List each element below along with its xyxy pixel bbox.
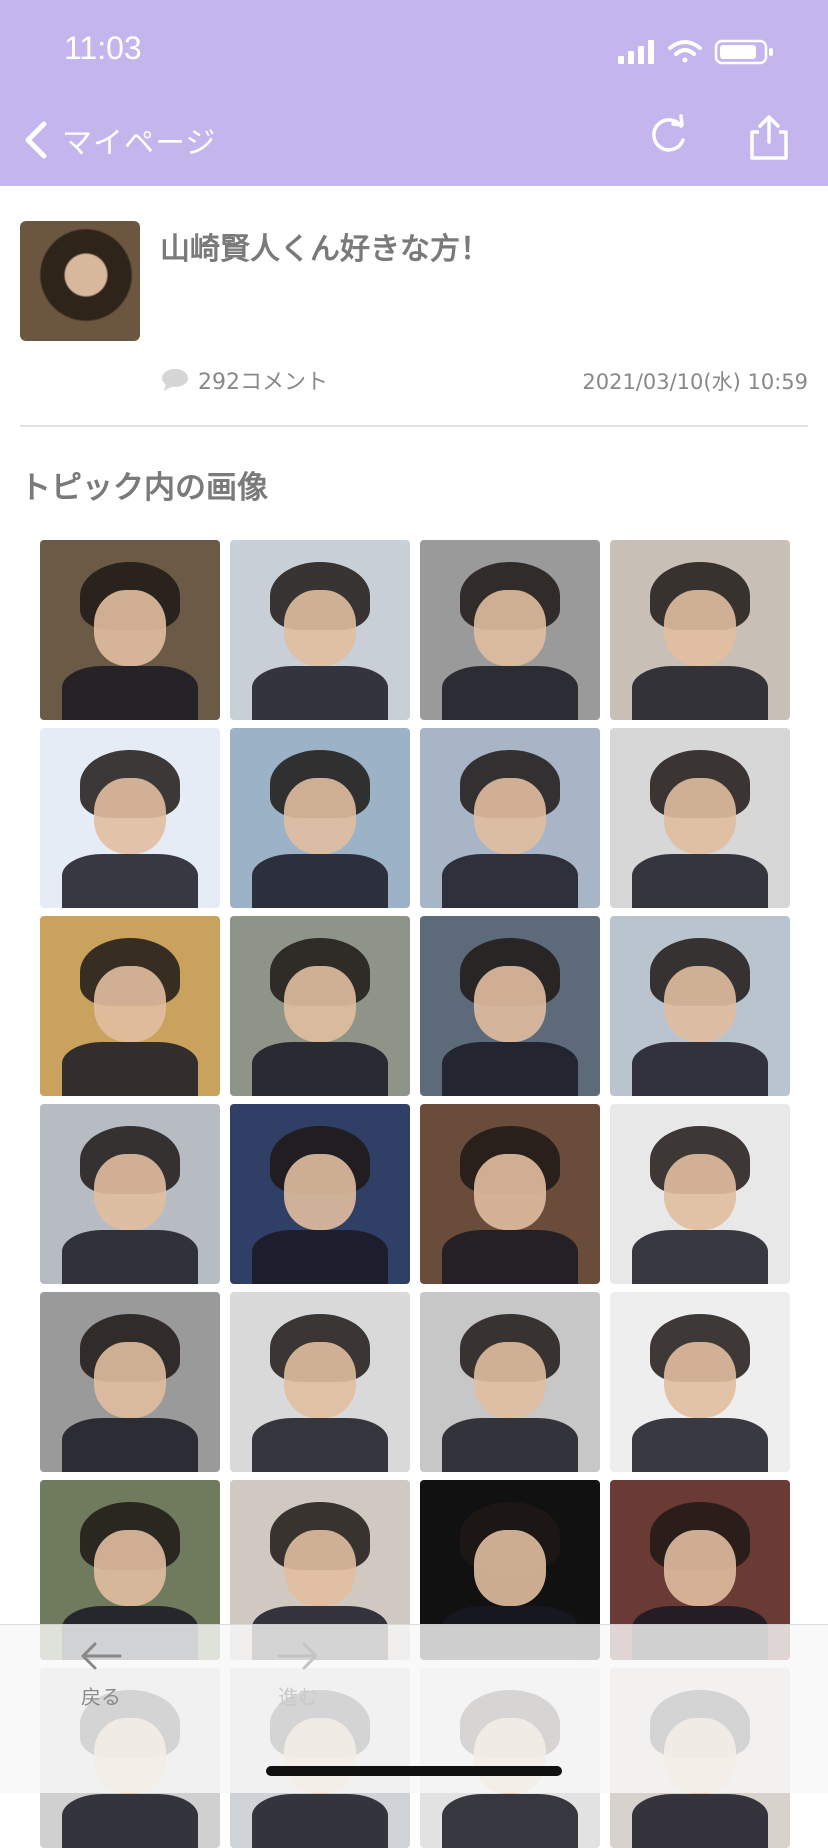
image-body xyxy=(441,854,579,908)
topic-image-18[interactable] xyxy=(230,1292,410,1472)
topic-image-2[interactable] xyxy=(230,540,410,720)
image-body xyxy=(251,854,389,908)
forward-button[interactable]: 進む xyxy=(243,1639,353,1710)
image-face xyxy=(94,590,166,666)
image-face xyxy=(284,1530,356,1606)
topic-image-6[interactable] xyxy=(230,728,410,908)
image-face xyxy=(664,590,736,666)
image-face xyxy=(284,1154,356,1230)
topic-image-15[interactable] xyxy=(420,1104,600,1284)
topic-thumbnail[interactable] xyxy=(20,221,140,341)
image-face xyxy=(94,1530,166,1606)
image-body xyxy=(631,1794,769,1848)
topic-image-1[interactable] xyxy=(40,540,220,720)
topic-date: 2021/03/10(水) 10:59 xyxy=(582,370,808,394)
image-body xyxy=(251,1418,389,1472)
status-bar-icons xyxy=(618,39,773,65)
image-body xyxy=(441,1230,579,1284)
image-face xyxy=(284,1342,356,1418)
topic-image-10[interactable] xyxy=(230,916,410,1096)
topic-image-19[interactable] xyxy=(420,1292,600,1472)
image-face xyxy=(474,590,546,666)
comment-count-label: 292コメント xyxy=(198,370,328,395)
topic-image-12[interactable] xyxy=(610,916,790,1096)
image-face xyxy=(474,1530,546,1606)
topic-image-3[interactable] xyxy=(420,540,600,720)
image-body xyxy=(441,1418,579,1472)
image-face xyxy=(94,966,166,1042)
home-indicator xyxy=(266,1766,562,1776)
image-face xyxy=(94,1342,166,1418)
nav-header: 11:03 マイページ xyxy=(0,0,828,186)
image-body xyxy=(251,1042,389,1096)
image-body xyxy=(631,1042,769,1096)
topic-image-16[interactable] xyxy=(610,1104,790,1284)
image-face xyxy=(474,778,546,854)
arrow-left-icon xyxy=(81,1642,122,1670)
topic-image-8[interactable] xyxy=(610,728,790,908)
image-face xyxy=(94,778,166,854)
image-body xyxy=(61,1230,199,1284)
image-body xyxy=(251,1794,389,1848)
reload-icon xyxy=(652,114,685,152)
arrow-right-icon xyxy=(277,1642,318,1670)
topic-title: 山崎賢人くん好きな方！ xyxy=(160,232,490,267)
image-body xyxy=(61,1418,199,1472)
signal-icon xyxy=(618,40,654,64)
image-body xyxy=(61,854,199,908)
section-title: トピック内の画像 xyxy=(20,470,268,506)
image-face xyxy=(474,1342,546,1418)
back-button[interactable]: 戻る xyxy=(46,1639,156,1710)
topic-image-14[interactable] xyxy=(230,1104,410,1284)
image-body xyxy=(631,1230,769,1284)
image-face xyxy=(664,1154,736,1230)
status-time: 11:03 xyxy=(64,30,142,66)
image-body xyxy=(441,1794,579,1848)
topic-image-11[interactable] xyxy=(420,916,600,1096)
topic-image-9[interactable] xyxy=(40,916,220,1096)
chevron-left-icon xyxy=(25,121,47,159)
reload-button[interactable] xyxy=(643,112,693,162)
status-icons xyxy=(618,36,798,66)
image-body xyxy=(631,854,769,908)
image-body xyxy=(441,1042,579,1096)
image-face xyxy=(94,1154,166,1230)
comment-bubble-icon xyxy=(162,369,188,391)
back-button-label: 戻る xyxy=(81,1685,121,1709)
topic-image-5[interactable] xyxy=(40,728,220,908)
wifi-icon xyxy=(668,40,702,63)
image-body xyxy=(61,666,199,720)
share-button[interactable] xyxy=(744,112,794,162)
topic-image-13[interactable] xyxy=(40,1104,220,1284)
forward-button-label: 進む xyxy=(278,1685,318,1709)
image-face xyxy=(284,590,356,666)
divider xyxy=(20,425,808,427)
image-face xyxy=(284,778,356,854)
image-body xyxy=(61,1042,199,1096)
image-body xyxy=(251,666,389,720)
image-face xyxy=(664,966,736,1042)
image-body xyxy=(631,1418,769,1472)
image-body xyxy=(251,1230,389,1284)
topic-image-4[interactable] xyxy=(610,540,790,720)
image-face xyxy=(474,1154,546,1230)
image-face xyxy=(664,778,736,854)
image-body xyxy=(441,666,579,720)
share-icon xyxy=(750,115,788,160)
comment-count[interactable]: 292コメント xyxy=(160,364,328,396)
topic-image-20[interactable] xyxy=(610,1292,790,1472)
back-label: マイページ xyxy=(62,126,217,161)
topic-image-7[interactable] xyxy=(420,728,600,908)
image-body xyxy=(631,666,769,720)
topic-image-17[interactable] xyxy=(40,1292,220,1472)
image-face xyxy=(664,1530,736,1606)
battery-icon xyxy=(714,39,773,65)
image-face xyxy=(474,966,546,1042)
image-face xyxy=(284,966,356,1042)
back-to-mypage-button[interactable]: マイページ xyxy=(22,118,216,162)
image-face xyxy=(664,1342,736,1418)
image-body xyxy=(61,1794,199,1848)
